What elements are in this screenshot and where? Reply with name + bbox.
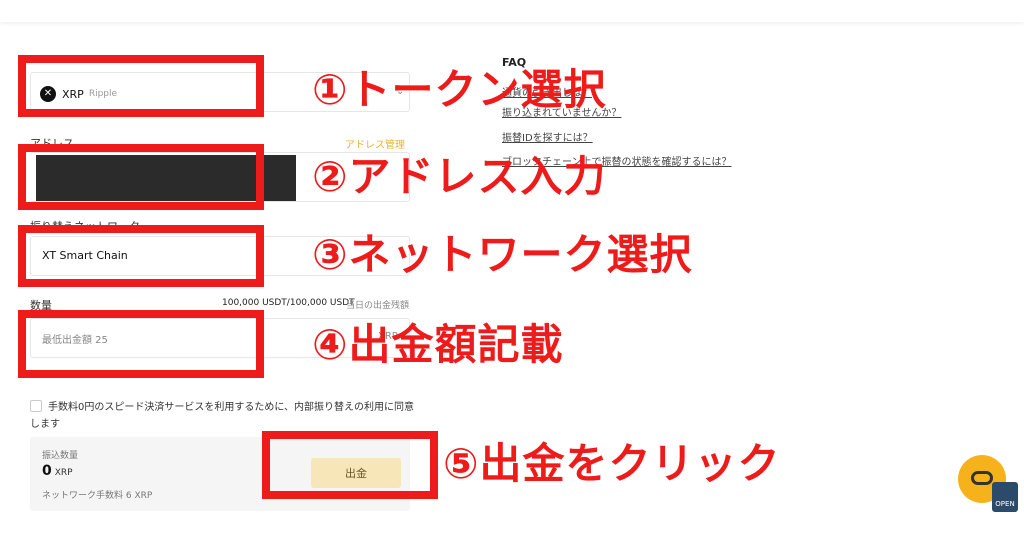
received-amount: 0 XRP: [42, 463, 73, 479]
received-amount-unit: XRP: [54, 468, 73, 478]
address-manage-link[interactable]: アドレス管理: [345, 136, 405, 151]
annotation-step2: ②アドレス入力: [312, 152, 607, 201]
consent-text: 手数料0円のスピード決済サービスを利用するために、内部振り替えの利用に同意します: [30, 402, 415, 430]
annotation-step5: ⑤出金をクリック: [443, 439, 781, 488]
open-badge[interactable]: OPEN: [992, 482, 1018, 512]
faq-link[interactable]: 振替IDを探すには？: [502, 129, 593, 144]
chat-bubble-icon: [971, 471, 993, 485]
annotation-step4: ④出金額記載: [312, 320, 564, 369]
top-bar: [0, 0, 1024, 22]
received-amount-value: 0: [42, 463, 52, 479]
highlight-address: [18, 144, 264, 210]
annotation-step1: ①トークン選択: [312, 65, 607, 114]
highlight-token: [18, 55, 264, 117]
highlight-network: [18, 225, 264, 287]
network-fee: ネットワーク手数料 6 XRP: [42, 491, 153, 501]
annotation-step3: ③ネットワーク選択: [312, 230, 693, 279]
highlight-withdraw: [262, 431, 438, 499]
withdraw-limit: 100,000 USDT/100,000 USDT: [222, 298, 355, 308]
highlight-amount: [18, 310, 264, 378]
received-amount-label: 振込数量: [42, 451, 79, 461]
withdraw-limit-note: 当日の出金残額: [346, 301, 410, 311]
